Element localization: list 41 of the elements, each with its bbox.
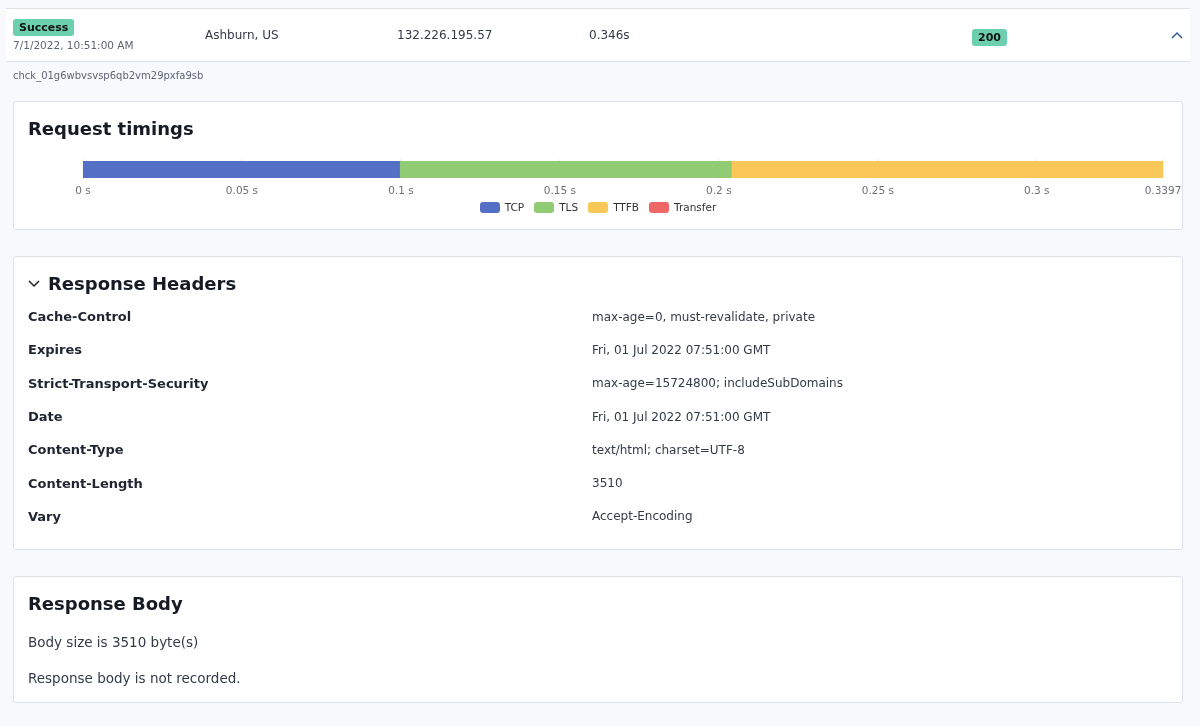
check-row[interactable]: Success 7/1/2022, 10:51:00 AM Ashburn, US 132.226.195.57 0.346s 200 — [6, 8, 1190, 62]
header-name: Cache-Control — [28, 309, 133, 325]
header-value: Fri, 01 Jul 2022 07:51:00 GMT — [592, 409, 772, 424]
legend-item[interactable]: Transfer — [649, 201, 717, 213]
check-id: chck_01g6wbvsvsp6qb2vm29pxfa9sb — [12, 69, 205, 84]
axis-tick-label: 0.2 s — [706, 184, 732, 196]
header-name: Date — [28, 409, 64, 425]
axis-tick-label: 0.15 s — [543, 184, 576, 196]
axis-tick-label: 0.25 s — [861, 184, 894, 196]
header-value: 3510 — [592, 476, 624, 491]
header-name: Content-Length — [28, 475, 144, 491]
header-name: Expires — [28, 342, 83, 358]
chevron-icon[interactable] — [1171, 31, 1183, 39]
status-code-badge: 200 — [972, 28, 1007, 46]
headers-toggle[interactable]: Response Headers — [28, 273, 237, 294]
status-badge: Success — [13, 19, 75, 36]
header-name: Vary — [28, 508, 62, 524]
card-title: Request timings — [28, 118, 195, 139]
axis-tick-label: 0.05 s — [225, 184, 259, 196]
body-text: Body size is 3510 byte(s) — [28, 634, 200, 651]
header-value: max-age=15724800; includeSubDomains — [592, 376, 844, 391]
card-title: Response Body — [28, 593, 184, 615]
duration-cell-text: 0.346s — [589, 28, 631, 42]
header-name: Strict-Transport-Security — [28, 375, 210, 391]
axis-tick-label: 0 s — [75, 184, 91, 196]
axis-tick-label: 0.3 s — [1024, 184, 1050, 196]
header-name: Content-Type — [28, 442, 125, 458]
header-value: Fri, 01 Jul 2022 07:51:00 GMT — [592, 342, 772, 357]
ip-cell-text: 132.226.195.57 — [397, 28, 494, 42]
legend-item[interactable]: TCP — [479, 201, 525, 213]
body-text: Response body is not recorded. — [28, 670, 242, 687]
axis-tick-label: 0.3397 — [1144, 184, 1182, 196]
chevron-down-icon — [28, 279, 40, 288]
check-time: 7/1/2022, 10:51:00 AM — [13, 39, 134, 51]
location-cell-text: Ashburn, US — [205, 28, 280, 42]
header-value: max-age=0, must-revalidate, private — [592, 309, 817, 324]
header-value: Accept-Encoding — [592, 509, 694, 524]
legend-item[interactable]: TLS — [534, 201, 579, 213]
legend-item[interactable]: TTFB — [588, 201, 640, 213]
axis-tick-label: 0.1 s — [388, 184, 414, 196]
header-value: text/html; charset=UTF-8 — [592, 442, 746, 457]
